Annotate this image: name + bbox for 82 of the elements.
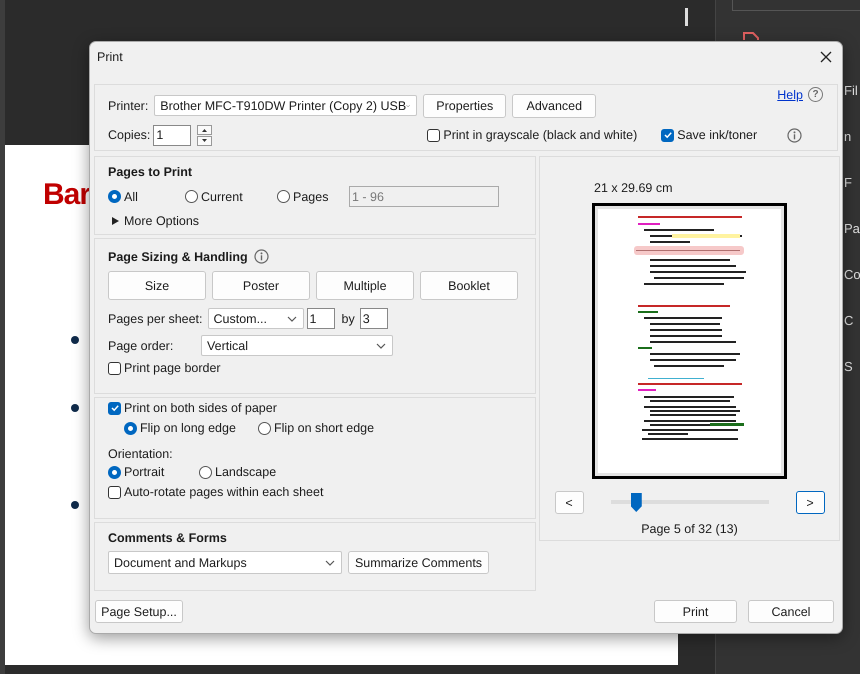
mode-button[interactable]: Poster	[212, 271, 310, 300]
chevron-icon	[286, 316, 297, 322]
mode-button[interactable]: Booklet	[420, 271, 518, 300]
cancel-button[interactable]: Cancel	[748, 600, 834, 623]
radio-button[interactable]	[108, 466, 121, 478]
radio-button[interactable]	[277, 190, 290, 203]
field-label: Printer:	[108, 98, 148, 112]
field-label: Orientation:	[108, 447, 174, 461]
previous-page-button[interactable]: <	[554, 491, 584, 514]
field-label: Pages per sheet:	[108, 312, 203, 326]
chevron-icon	[325, 560, 335, 566]
slider-thumb[interactable]	[630, 493, 642, 512]
checkbox-label: Auto-rotate pages within each sheet	[124, 485, 324, 499]
mode-button[interactable]: Size	[108, 271, 206, 300]
radio-button[interactable]	[108, 190, 121, 203]
radio-button[interactable]	[124, 422, 137, 434]
radio-button[interactable]	[185, 190, 198, 203]
page-counter: Page 5 of 32 (13)	[641, 522, 738, 536]
page-order-dropdown[interactable]: Vertical	[201, 335, 393, 356]
page-setup-button[interactable]: Page Setup...	[95, 600, 183, 623]
radio-label: Current	[201, 190, 243, 204]
triangle-icon	[112, 217, 119, 225]
summarize-comments-button[interactable]: Summarize Comments	[348, 551, 489, 574]
section-title: Comments & Forms	[108, 531, 228, 545]
checkbox-label: Print on both sides of paper	[124, 401, 277, 415]
document-icon[interactable]	[742, 32, 760, 40]
checkbox[interactable]	[108, 362, 121, 374]
radio-label: All	[124, 190, 138, 204]
more-options-toggle[interactable]: More Options	[112, 214, 522, 228]
chevron-icon	[406, 102, 410, 108]
sidebar-item[interactable]: F	[844, 172, 860, 193]
field-label: by	[342, 312, 355, 326]
sidebar-item[interactable]: C	[844, 310, 860, 331]
chevron-icon	[376, 342, 386, 348]
bullet-icon	[71, 501, 79, 509]
info-icon	[254, 249, 269, 264]
copies-field[interactable]: 1	[153, 124, 192, 146]
checkmark-icon	[110, 403, 120, 413]
field-label: Copies:	[108, 128, 150, 142]
section-title: Pages to Print	[108, 165, 194, 179]
window-title: Print	[97, 50, 123, 64]
radio-label: Portrait	[124, 465, 164, 479]
radio-label: Flip on long edge	[140, 421, 236, 435]
properties-button[interactable]: Properties	[423, 94, 506, 118]
checkbox-label: Print page border	[124, 361, 221, 375]
field-label: Page order:	[108, 338, 174, 352]
checkbox[interactable]	[108, 486, 121, 498]
advanced-button[interactable]: Advanced	[512, 94, 596, 118]
help-link[interactable]: Help	[777, 88, 803, 102]
radio-label: Pages	[293, 190, 328, 204]
rows-field[interactable]: 3	[360, 308, 388, 329]
radio-button[interactable]	[199, 466, 212, 478]
spinner-icon[interactable]	[197, 124, 212, 146]
mode-button[interactable]: Multiple	[316, 271, 414, 300]
checkbox[interactable]	[427, 128, 440, 142]
print-button[interactable]: Print	[654, 600, 737, 623]
document-heading: Bar	[43, 178, 90, 212]
close-icon[interactable]	[820, 51, 832, 63]
columns-field[interactable]: 1	[306, 308, 335, 329]
section-title: Page Sizing & Handling	[108, 250, 248, 264]
sidebar-item[interactable]: Fil	[844, 80, 860, 101]
radio-label: Flip on short edge	[274, 421, 374, 435]
sidebar-item[interactable]: S	[844, 356, 860, 377]
checkbox-label: Save ink/toner	[677, 128, 758, 142]
checkbox[interactable]	[661, 128, 674, 142]
paper-size-label: 21 x 29.69 cm	[594, 181, 673, 195]
next-page-button[interactable]: >	[796, 491, 824, 514]
checkbox-label: Print in grayscale (black and white)	[443, 128, 638, 142]
bullet-icon	[71, 404, 79, 412]
checkmark-icon	[662, 130, 673, 140]
comments-dropdown[interactable]: Document and Markups	[108, 551, 342, 574]
printer-dropdown[interactable]: Brother MFC-T910DW Printer (Copy 2) USB	[154, 95, 418, 116]
checkbox[interactable]	[108, 402, 121, 414]
radio-button[interactable]	[258, 422, 271, 434]
radio-label: Landscape	[215, 465, 276, 479]
info-icon	[787, 128, 802, 142]
pages-per-sheet-dropdown[interactable]: Custom...	[208, 308, 304, 329]
sidebar-item[interactable]: Pa	[844, 218, 860, 239]
sidebar-item[interactable]: Co	[844, 264, 860, 285]
help-icon[interactable]: ?	[808, 87, 823, 102]
bullet-icon	[71, 336, 79, 344]
sidebar-item[interactable]: n	[844, 126, 860, 147]
